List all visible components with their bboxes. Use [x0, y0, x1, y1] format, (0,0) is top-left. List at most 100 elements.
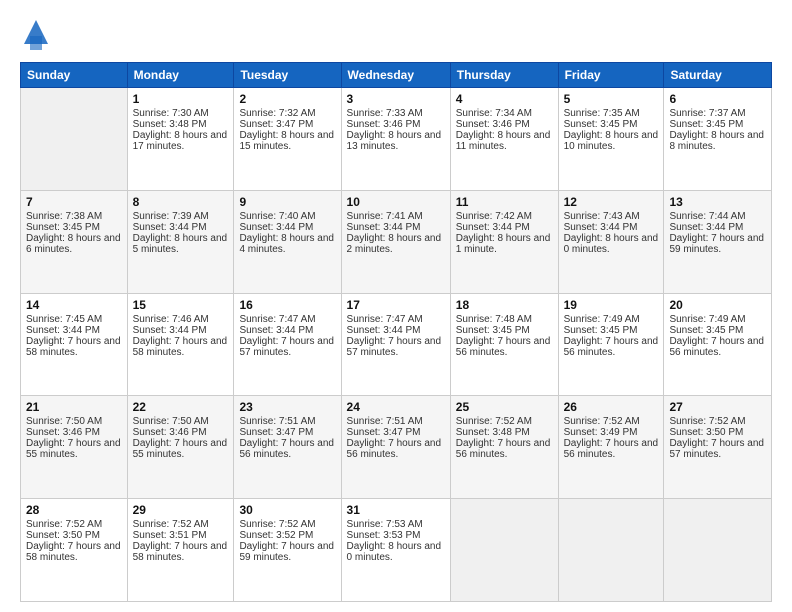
weekday-header: Tuesday — [234, 63, 341, 88]
day-number: 21 — [26, 400, 122, 414]
sunrise-text: Sunrise: 7:43 AM — [564, 211, 659, 222]
calendar-week-row: 1Sunrise: 7:30 AMSunset: 3:48 PMDaylight… — [21, 88, 772, 191]
sunset-text: Sunset: 3:44 PM — [564, 222, 659, 233]
calendar-cell: 14Sunrise: 7:45 AMSunset: 3:44 PMDayligh… — [21, 293, 128, 396]
day-number: 8 — [133, 195, 229, 209]
daylight-text: Daylight: 7 hours and 56 minutes. — [564, 336, 659, 358]
weekday-header: Thursday — [450, 63, 558, 88]
sunset-text: Sunset: 3:44 PM — [456, 222, 553, 233]
calendar-cell: 10Sunrise: 7:41 AMSunset: 3:44 PMDayligh… — [341, 190, 450, 293]
daylight-text: Daylight: 8 hours and 1 minute. — [456, 233, 553, 255]
daylight-text: Daylight: 8 hours and 2 minutes. — [347, 233, 445, 255]
day-number: 18 — [456, 298, 553, 312]
day-number: 23 — [239, 400, 335, 414]
header — [20, 16, 772, 52]
calendar-cell: 26Sunrise: 7:52 AMSunset: 3:49 PMDayligh… — [558, 396, 664, 499]
calendar-cell: 3Sunrise: 7:33 AMSunset: 3:46 PMDaylight… — [341, 88, 450, 191]
calendar-cell: 21Sunrise: 7:50 AMSunset: 3:46 PMDayligh… — [21, 396, 128, 499]
calendar-cell: 31Sunrise: 7:53 AMSunset: 3:53 PMDayligh… — [341, 499, 450, 602]
sunrise-text: Sunrise: 7:42 AM — [456, 211, 553, 222]
weekday-header: Friday — [558, 63, 664, 88]
sunrise-text: Sunrise: 7:52 AM — [456, 416, 553, 427]
sunrise-text: Sunrise: 7:44 AM — [669, 211, 766, 222]
day-number: 28 — [26, 503, 122, 517]
calendar-cell: 28Sunrise: 7:52 AMSunset: 3:50 PMDayligh… — [21, 499, 128, 602]
daylight-text: Daylight: 8 hours and 10 minutes. — [564, 130, 659, 152]
calendar-cell: 30Sunrise: 7:52 AMSunset: 3:52 PMDayligh… — [234, 499, 341, 602]
daylight-text: Daylight: 7 hours and 56 minutes. — [564, 438, 659, 460]
calendar-cell: 15Sunrise: 7:46 AMSunset: 3:44 PMDayligh… — [127, 293, 234, 396]
sunrise-text: Sunrise: 7:32 AM — [239, 108, 335, 119]
logo-icon — [20, 16, 52, 52]
daylight-text: Daylight: 7 hours and 56 minutes. — [347, 438, 445, 460]
day-number: 12 — [564, 195, 659, 209]
day-number: 27 — [669, 400, 766, 414]
sunset-text: Sunset: 3:45 PM — [669, 325, 766, 336]
daylight-text: Daylight: 8 hours and 6 minutes. — [26, 233, 122, 255]
calendar-cell: 9Sunrise: 7:40 AMSunset: 3:44 PMDaylight… — [234, 190, 341, 293]
daylight-text: Daylight: 7 hours and 55 minutes. — [133, 438, 229, 460]
sunrise-text: Sunrise: 7:52 AM — [133, 519, 229, 530]
sunrise-text: Sunrise: 7:47 AM — [347, 314, 445, 325]
sunset-text: Sunset: 3:48 PM — [133, 119, 229, 130]
daylight-text: Daylight: 7 hours and 56 minutes. — [456, 336, 553, 358]
sunset-text: Sunset: 3:44 PM — [26, 325, 122, 336]
calendar-week-row: 21Sunrise: 7:50 AMSunset: 3:46 PMDayligh… — [21, 396, 772, 499]
daylight-text: Daylight: 8 hours and 17 minutes. — [133, 130, 229, 152]
daylight-text: Daylight: 7 hours and 59 minutes. — [669, 233, 766, 255]
logo — [20, 16, 54, 52]
weekday-header: Monday — [127, 63, 234, 88]
calendar-cell: 7Sunrise: 7:38 AMSunset: 3:45 PMDaylight… — [21, 190, 128, 293]
calendar-cell: 8Sunrise: 7:39 AMSunset: 3:44 PMDaylight… — [127, 190, 234, 293]
calendar-cell: 29Sunrise: 7:52 AMSunset: 3:51 PMDayligh… — [127, 499, 234, 602]
daylight-text: Daylight: 8 hours and 0 minutes. — [347, 541, 445, 563]
sunrise-text: Sunrise: 7:52 AM — [669, 416, 766, 427]
sunrise-text: Sunrise: 7:51 AM — [347, 416, 445, 427]
sunrise-text: Sunrise: 7:49 AM — [564, 314, 659, 325]
calendar-table: SundayMondayTuesdayWednesdayThursdayFrid… — [20, 62, 772, 602]
daylight-text: Daylight: 7 hours and 57 minutes. — [347, 336, 445, 358]
day-number: 13 — [669, 195, 766, 209]
daylight-text: Daylight: 7 hours and 56 minutes. — [669, 336, 766, 358]
day-number: 17 — [347, 298, 445, 312]
day-number: 19 — [564, 298, 659, 312]
calendar-cell: 27Sunrise: 7:52 AMSunset: 3:50 PMDayligh… — [664, 396, 772, 499]
day-number: 26 — [564, 400, 659, 414]
weekday-header: Saturday — [664, 63, 772, 88]
sunrise-text: Sunrise: 7:52 AM — [26, 519, 122, 530]
calendar-cell: 20Sunrise: 7:49 AMSunset: 3:45 PMDayligh… — [664, 293, 772, 396]
sunset-text: Sunset: 3:45 PM — [669, 119, 766, 130]
sunrise-text: Sunrise: 7:35 AM — [564, 108, 659, 119]
calendar-cell: 22Sunrise: 7:50 AMSunset: 3:46 PMDayligh… — [127, 396, 234, 499]
sunset-text: Sunset: 3:44 PM — [239, 222, 335, 233]
calendar-cell: 13 Sunrise: 7:44 AMSunset: 3:44 PMDayligh… — [664, 190, 772, 293]
calendar-cell: 18Sunrise: 7:48 AMSunset: 3:45 PMDayligh… — [450, 293, 558, 396]
sunrise-text: Sunrise: 7:33 AM — [347, 108, 445, 119]
daylight-text: Daylight: 8 hours and 13 minutes. — [347, 130, 445, 152]
calendar-cell: 19Sunrise: 7:49 AMSunset: 3:45 PMDayligh… — [558, 293, 664, 396]
weekday-header: Sunday — [21, 63, 128, 88]
day-number: 11 — [456, 195, 553, 209]
sunrise-text: Sunrise: 7:46 AM — [133, 314, 229, 325]
sunrise-text: Sunrise: 7:37 AM — [669, 108, 766, 119]
calendar-cell: 16Sunrise: 7:47 AMSunset: 3:44 PMDayligh… — [234, 293, 341, 396]
day-number: 31 — [347, 503, 445, 517]
sunset-text: Sunset: 3:48 PM — [456, 427, 553, 438]
sunset-text: Sunset: 3:52 PM — [239, 530, 335, 541]
daylight-text: Daylight: 7 hours and 55 minutes. — [26, 438, 122, 460]
daylight-text: Daylight: 7 hours and 57 minutes. — [239, 336, 335, 358]
calendar-cell: 2Sunrise: 7:32 AMSunset: 3:47 PMDaylight… — [234, 88, 341, 191]
day-number: 14 — [26, 298, 122, 312]
day-number: 24 — [347, 400, 445, 414]
daylight-text: Daylight: 8 hours and 8 minutes. — [669, 130, 766, 152]
sunrise-text: Sunrise: 7:50 AM — [133, 416, 229, 427]
sunrise-text: Sunrise: 7:50 AM — [26, 416, 122, 427]
calendar-cell — [558, 499, 664, 602]
weekday-header-row: SundayMondayTuesdayWednesdayThursdayFrid… — [21, 63, 772, 88]
daylight-text: Daylight: 8 hours and 0 minutes. — [564, 233, 659, 255]
sunset-text: Sunset: 3:44 PM — [669, 222, 766, 233]
sunrise-text: Sunrise: 7:45 AM — [26, 314, 122, 325]
sunset-text: Sunset: 3:50 PM — [669, 427, 766, 438]
sunrise-text: Sunrise: 7:53 AM — [347, 519, 445, 530]
day-number: 4 — [456, 92, 553, 106]
